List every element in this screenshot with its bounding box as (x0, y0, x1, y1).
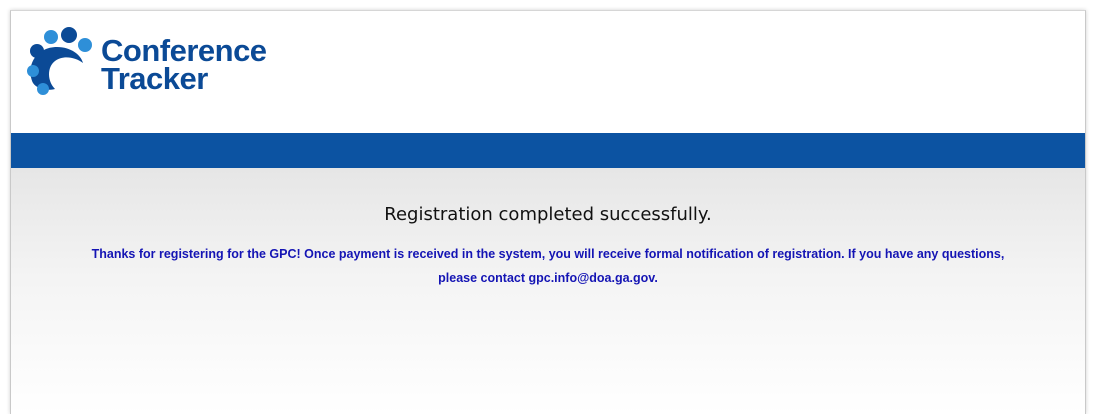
message-line-2: please contact gpc.info@doa.ga.gov. (438, 271, 658, 285)
confirmation-message: Thanks for registering for the GPC! Once… (23, 242, 1073, 290)
logo-wordmark: Conference Tracker (101, 35, 267, 96)
status-heading: Registration completed successfully. (384, 204, 712, 225)
nav-bar (11, 133, 1085, 168)
conference-tracker-logo[interactable]: Conference Tracker (23, 25, 267, 105)
paw-logo-icon (27, 27, 92, 95)
message-line-1: Thanks for registering for the GPC! Once… (91, 247, 1005, 261)
logo-line-2: Tracker (101, 61, 208, 96)
page-frame: Conference Tracker Registration complete… (10, 10, 1086, 414)
main-content: Registration completed successfully. Tha… (11, 168, 1085, 414)
header: Conference Tracker (11, 11, 1085, 133)
